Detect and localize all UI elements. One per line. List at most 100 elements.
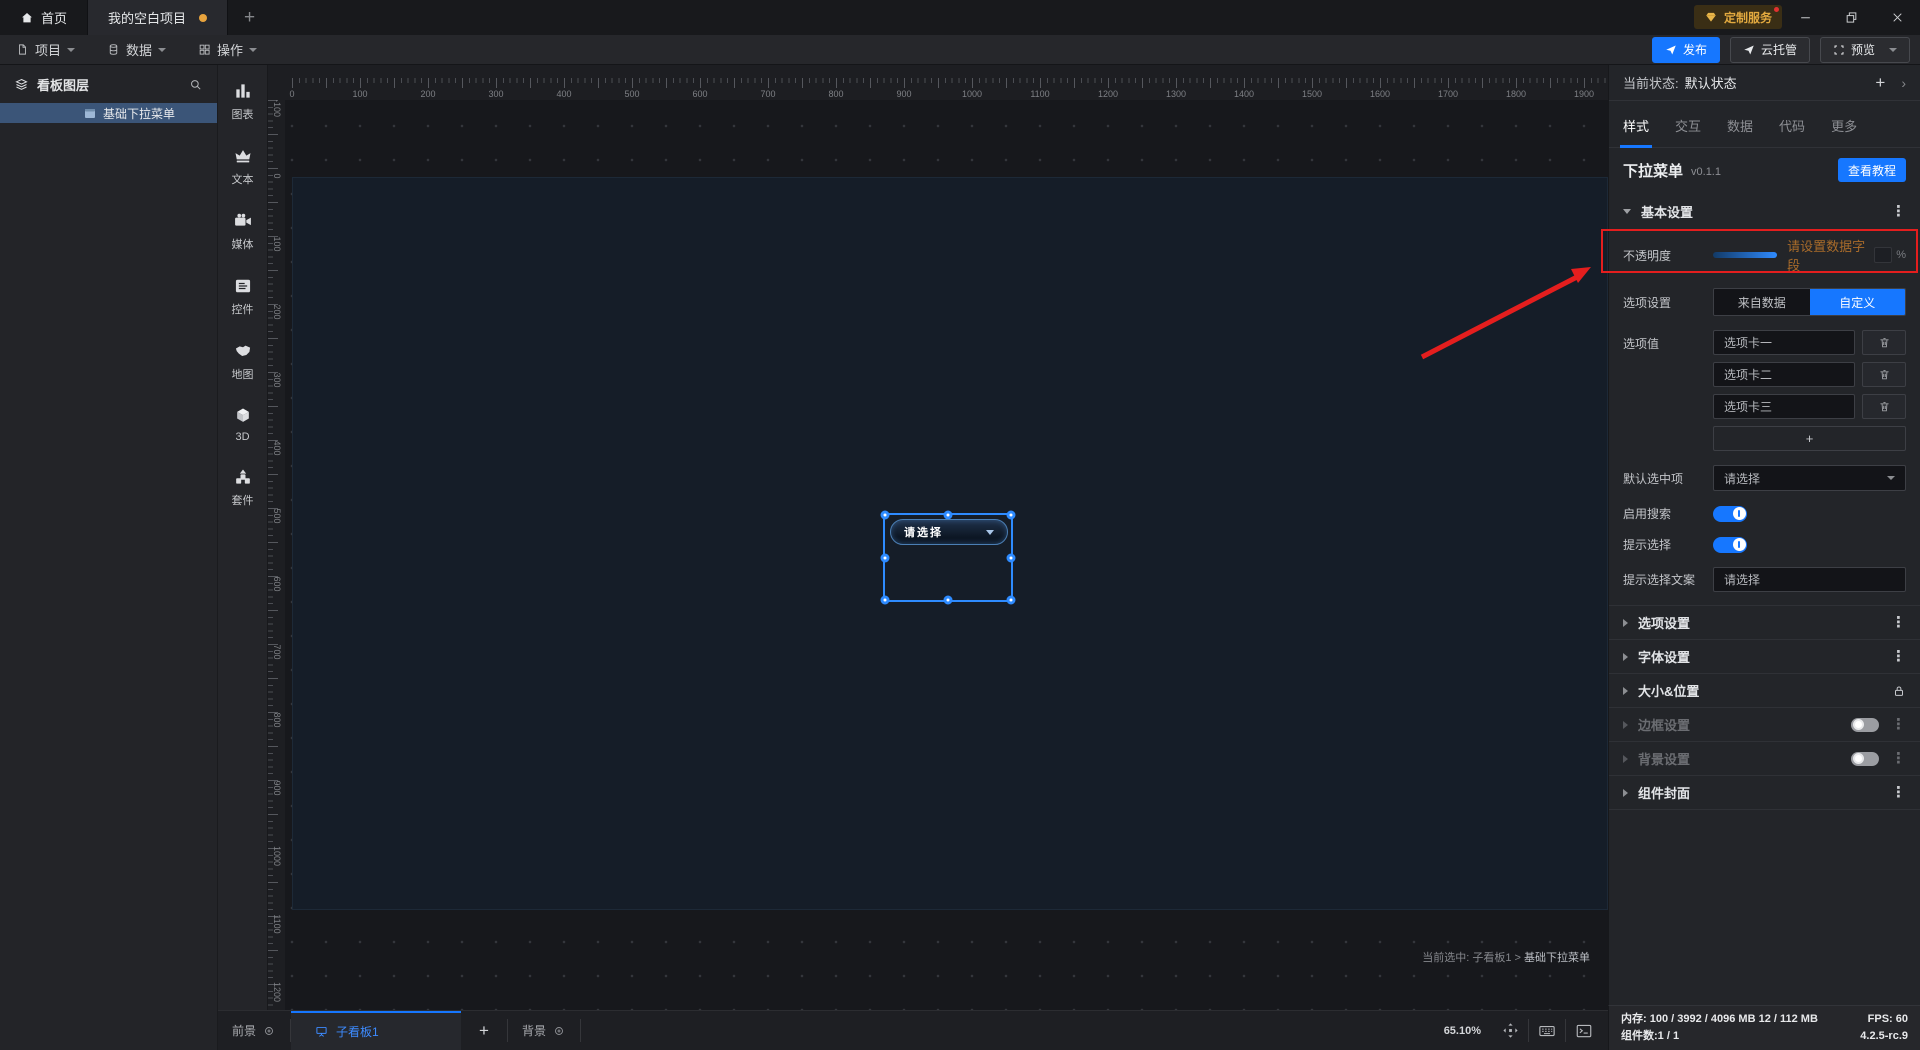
opacity-slider[interactable]	[1713, 252, 1778, 258]
board-tab-active[interactable]: 子看板1	[291, 1011, 462, 1050]
document-icon	[16, 43, 29, 56]
resize-handle-sw[interactable]	[880, 595, 890, 605]
prompt-select-toggle[interactable]	[1713, 536, 1747, 553]
minimize-button[interactable]	[1782, 0, 1828, 35]
kebab-menu-icon[interactable]: ⋮	[1891, 649, 1906, 664]
tool-item-label: 地图	[231, 369, 254, 381]
section-toggle-off[interactable]	[1851, 751, 1879, 766]
option-value-input-3[interactable]: 选项卡三	[1713, 394, 1855, 419]
kebab-menu-icon[interactable]: ⋮	[1891, 785, 1906, 800]
enable-search-row: 启用搜索	[1609, 498, 1920, 529]
resize-handle-ne[interactable]	[1006, 510, 1016, 520]
kebab-menu-icon[interactable]: ⋮	[1891, 615, 1906, 630]
tab-project[interactable]: 我的空白项目	[88, 0, 229, 35]
plus-circle-icon[interactable]	[552, 1024, 566, 1038]
kebab-menu-icon[interactable]: ⋮	[1891, 751, 1906, 766]
settings-tab-5[interactable]: 更多	[1831, 116, 1857, 135]
delete-option-button[interactable]	[1862, 330, 1906, 355]
lock-icon[interactable]	[1892, 684, 1906, 698]
add-option-button[interactable]: +	[1713, 426, 1906, 451]
kebab-menu-icon[interactable]: ⋮	[1891, 717, 1906, 732]
selection-breadcrumb: 当前选中: 子看板1 > 基础下拉菜单	[1422, 949, 1590, 965]
section-6[interactable]: 组件封面 ⋮	[1609, 776, 1920, 810]
cloud-hosting-button[interactable]: 云托管	[1729, 36, 1810, 63]
chevron-down-icon	[1889, 47, 1897, 52]
option-value-row: 选项卡一	[1713, 330, 1906, 355]
section-basic-settings[interactable]: 基本设置 ⋮	[1609, 192, 1920, 229]
restore-button[interactable]	[1828, 0, 1874, 35]
h-ruler-label: 1000	[961, 89, 983, 99]
delete-option-button[interactable]	[1862, 362, 1906, 387]
menu-project[interactable]: 项目	[0, 35, 91, 64]
section-3[interactable]: 大小&位置	[1609, 674, 1920, 708]
custom-service-badge[interactable]: 定制服务	[1693, 5, 1782, 29]
add-state-button[interactable]: +	[1875, 74, 1885, 91]
opacity-value-input[interactable]	[1874, 247, 1893, 263]
settings-tab-1[interactable]: 样式	[1619, 116, 1653, 148]
section-2[interactable]: 字体设置 ⋮	[1609, 640, 1920, 674]
fit-to-screen-icon[interactable]	[1493, 1011, 1528, 1050]
canvas-workspace[interactable]: 请选择 当前选中: 子看板1 > 基础下拉菜单	[285, 100, 1608, 1010]
canvas-area[interactable]: 0 100 200 300 400 500 600 700 800 900 1000 1100 1200…	[268, 65, 1608, 1010]
background-button[interactable]: 背景	[508, 1011, 580, 1050]
zoom-level[interactable]: 65.10%	[1432, 1011, 1493, 1050]
tab-home[interactable]: 首页	[0, 0, 89, 35]
section-label: 选项设置	[1638, 616, 1691, 631]
console-icon[interactable]	[1566, 1011, 1602, 1050]
kebab-menu-icon[interactable]: ⋮	[1891, 204, 1906, 219]
prompt-select-row: 提示选择	[1609, 529, 1920, 560]
layers-panel: 看板图层 基础下拉菜单	[0, 65, 218, 1050]
tool-item-7[interactable]: 套件	[232, 467, 254, 508]
selected-component-bounds[interactable]: 请选择	[880, 510, 1016, 605]
settings-tab-3[interactable]: 数据	[1727, 116, 1753, 135]
expand-arrow-icon	[1623, 618, 1628, 627]
resize-handle-w[interactable]	[880, 553, 890, 562]
chevron-right-icon[interactable]: ›	[1901, 75, 1906, 91]
section-4[interactable]: 边框设置 ⋮	[1609, 708, 1920, 742]
add-board-button[interactable]: +	[461, 1011, 507, 1050]
tool-item-5[interactable]: 地图	[232, 341, 254, 382]
layers-panel-header: 看板图层	[0, 65, 217, 103]
layer-item-basic-dropdown[interactable]: 基础下拉菜单	[0, 103, 217, 123]
resize-handle-nw[interactable]	[880, 510, 890, 520]
plus-circle-icon[interactable]	[262, 1024, 276, 1038]
v-ruler-label: 1000	[272, 846, 282, 867]
prompt-text-input[interactable]: 请选择	[1713, 567, 1906, 592]
section-toggle-off[interactable]	[1851, 717, 1879, 732]
new-tab-button[interactable]: +	[228, 0, 271, 35]
tool-item-2[interactable]: 文本	[232, 146, 254, 187]
close-button[interactable]	[1874, 0, 1920, 35]
foreground-button[interactable]: 前景	[218, 1011, 290, 1050]
menu-operations[interactable]: 操作	[182, 35, 273, 64]
performance-stats: 内存: 100 / 3992 / 4096 MB 12 / 112 MB FPS…	[1608, 1005, 1920, 1050]
resize-handle-e[interactable]	[1006, 553, 1016, 562]
dropdown-component[interactable]: 请选择	[890, 519, 1008, 545]
option-value-input-2[interactable]: 选项卡二	[1713, 362, 1855, 387]
segment-custom[interactable]: 自定义	[1809, 289, 1905, 315]
background-label: 背景	[521, 1024, 546, 1038]
preview-button[interactable]: 预览	[1819, 36, 1910, 63]
section-5[interactable]: 背景设置 ⋮	[1609, 742, 1920, 776]
segment-from-data[interactable]: 来自数据	[1714, 289, 1810, 315]
settings-tab-4[interactable]: 代码	[1779, 116, 1805, 135]
section-1[interactable]: 选项设置 ⋮	[1609, 606, 1920, 640]
v-ruler-label: 500	[272, 508, 282, 524]
component-thumb-icon	[84, 108, 96, 119]
keyboard-shortcuts-icon[interactable]	[1529, 1011, 1565, 1050]
tool-item-1[interactable]: 图表	[232, 81, 254, 122]
resize-handle-s[interactable]	[943, 595, 953, 605]
delete-option-button[interactable]	[1862, 394, 1906, 419]
search-icon[interactable]	[188, 77, 203, 92]
tutorial-button[interactable]: 查看教程	[1837, 158, 1906, 182]
publish-button[interactable]: 发布	[1651, 36, 1720, 63]
tool-item-3[interactable]: 媒体	[232, 211, 254, 252]
tool-item-6[interactable]: 3D	[233, 406, 253, 443]
settings-tab-2[interactable]: 交互	[1675, 116, 1701, 135]
tool-item-4[interactable]: 控件	[232, 276, 254, 317]
menu-data[interactable]: 数据	[91, 35, 182, 64]
default-selected-select[interactable]: 请选择	[1713, 465, 1906, 491]
option-value-input-1[interactable]: 选项卡一	[1713, 330, 1855, 355]
h-ruler-label: 900	[896, 89, 912, 99]
resize-handle-se[interactable]	[1006, 595, 1016, 605]
enable-search-toggle[interactable]	[1713, 505, 1747, 522]
